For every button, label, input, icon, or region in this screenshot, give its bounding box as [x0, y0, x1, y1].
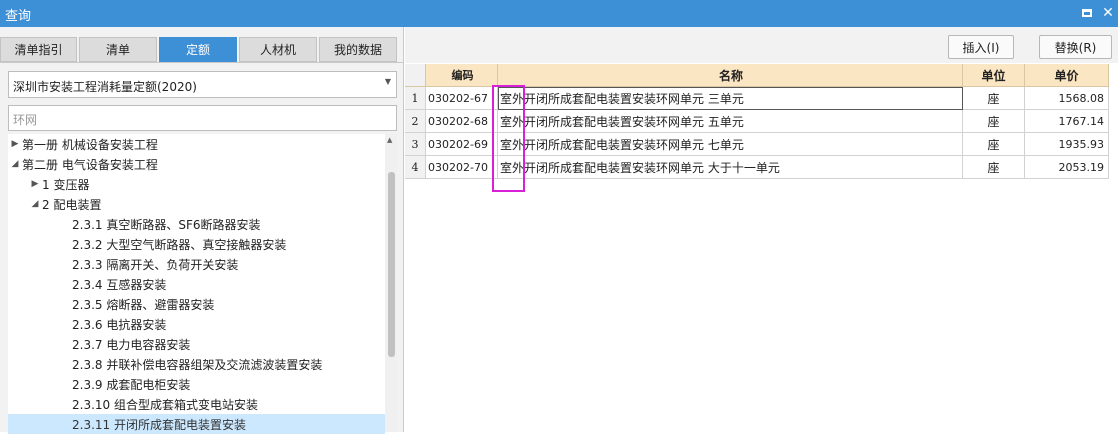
tree-node-label: 2.3.8 并联补偿电容器组架及交流滤波装置安装 [72, 357, 323, 372]
code-cell[interactable]: 030202-68 [426, 110, 498, 133]
tree-node[interactable]: 2.3.8 并联补偿电容器组架及交流滤波装置安装 [8, 354, 385, 374]
name-cell[interactable]: 室外开闭所成套配电装置安装环网单元 七单元 [498, 133, 963, 156]
table-row[interactable]: 3 030202-69 室外开闭所成套配电装置安装环网单元 七单元 座 1935… [405, 133, 1109, 156]
row-number: 4 [405, 156, 426, 179]
tree-node[interactable]: 2.3.3 隔离开关、负荷开关安装 [8, 254, 385, 274]
unit-cell[interactable]: 座 [963, 133, 1025, 156]
insert-button[interactable]: 插入(I) [948, 35, 1014, 59]
chevron-down-icon[interactable]: ▼ [385, 77, 391, 86]
price-cell[interactable]: 1767.14 [1025, 110, 1109, 133]
tree-node[interactable]: 2.3.9 成套配电柜安装 [8, 374, 385, 394]
chapter-tree: ▶ 第一册 机械设备安装工程 ◢ 第二册 电气设备安装工程 ▶ 1 变压器 ◢ 2 配电… [8, 134, 385, 434]
table-header: 编码 名称 单位 单价 [405, 64, 1109, 87]
column-header[interactable]: 单价 [1025, 64, 1109, 87]
collapse-icon[interactable]: ◢ [8, 159, 22, 169]
table-row[interactable]: 2 030202-68 室外开闭所成套配电装置安装环网单元 五单元 座 1767… [405, 110, 1109, 133]
tree-node[interactable]: 2.3.7 电力电容器安装 [8, 334, 385, 354]
maximize-icon[interactable] [1078, 4, 1096, 22]
tab-divider [0, 62, 404, 63]
row-number: 2 [405, 110, 426, 133]
tree-node[interactable]: ▶ 1 变压器 [8, 174, 385, 194]
code-cell[interactable]: 030202-67 [426, 87, 498, 110]
code-cell[interactable]: 030202-69 [426, 133, 498, 156]
price-cell[interactable]: 2053.19 [1025, 156, 1109, 179]
scroll-up-icon[interactable]: ▲ [387, 136, 392, 144]
tree-node[interactable]: ▶ 第一册 机械设备安装工程 [8, 134, 385, 154]
tree-node[interactable]: ◢ 第二册 电气设备安装工程 [8, 154, 385, 174]
tree-node-label: 2.3.1 真空断路器、SF6断路器安装 [72, 217, 261, 232]
tree-node-label: 2.3.5 熔断器、避雷器安装 [72, 297, 215, 312]
table-row[interactable]: 4 030202-70 室外开闭所成套配电装置安装环网单元 大于十一单元 座 2… [405, 156, 1109, 179]
column-header[interactable]: 编码 [426, 64, 498, 87]
close-icon[interactable]: ✕ [1099, 4, 1117, 22]
tree-node[interactable]: 2.3.6 电抗器安装 [8, 314, 385, 334]
price-cell[interactable]: 1935.93 [1025, 133, 1109, 156]
tree-node[interactable]: 2.3.10 组合型成套箱式变电站安装 [8, 394, 385, 414]
tree-node[interactable]: ◢ 2 配电装置 [8, 194, 385, 214]
unit-cell[interactable]: 座 [963, 156, 1025, 179]
name-cell[interactable]: 室外开闭所成套配电装置安装环网单元 大于十一单元 [498, 156, 963, 179]
tree-node-label: 2.3.11 开闭所成套配电装置安装 [72, 417, 246, 432]
tree-node-label: 2.3.9 成套配电柜安装 [72, 377, 191, 392]
tab-bill-guide[interactable]: 清单指引 [0, 37, 77, 62]
window-titlebar: 查询 ✕ [0, 0, 1118, 27]
left-panel: 清单指引 清单 定额 人材机 我的数据 深圳市安装工程消耗量定额(2020) ▼… [0, 27, 404, 434]
row-number: 1 [405, 87, 426, 110]
tree-node-label: 2.3.7 电力电容器安装 [72, 337, 191, 352]
right-panel: 插入(I) 替换(R) 编码 名称 单位 单价 1 030202-67 室外开闭… [405, 27, 1118, 432]
scrollbar-thumb[interactable] [388, 172, 395, 357]
column-header[interactable]: 名称 [498, 64, 963, 87]
tab-labor-material-machine[interactable]: 人材机 [239, 37, 317, 62]
tab-bill[interactable]: 清单 [79, 37, 157, 62]
column-header [405, 64, 426, 87]
column-header[interactable]: 单位 [963, 64, 1025, 87]
tree-node-label: 2.3.2 大型空气断路器、真空接触器安装 [72, 237, 287, 252]
tree-node-label: 第二册 电气设备安装工程 [22, 157, 158, 172]
quota-library-select[interactable]: 深圳市安装工程消耗量定额(2020) ▼ [8, 71, 397, 98]
row-number: 3 [405, 133, 426, 156]
replace-button[interactable]: 替换(R) [1039, 35, 1112, 59]
expand-icon[interactable]: ▶ [8, 139, 22, 149]
tree-node-label: 第一册 机械设备安装工程 [22, 137, 158, 152]
tree-scrollbar[interactable]: ▲ [385, 134, 397, 432]
tab-bar: 清单指引 清单 定额 人材机 我的数据 [0, 37, 404, 63]
unit-cell[interactable]: 座 [963, 110, 1025, 133]
tree-node-label: 1 变压器 [42, 177, 90, 192]
tree-node-label: 2.3.4 互感器安装 [72, 277, 167, 292]
search-input[interactable]: 环网 [8, 105, 397, 131]
action-bar: 插入(I) 替换(R) [405, 27, 1118, 63]
tab-my-data[interactable]: 我的数据 [319, 37, 397, 62]
expand-icon[interactable]: ▶ [28, 179, 42, 189]
tree-node[interactable]: 2.3.5 熔断器、避雷器安装 [8, 294, 385, 314]
tree-node-label: 2.3.6 电抗器安装 [72, 317, 167, 332]
tab-quota[interactable]: 定额 [159, 37, 237, 62]
table-row[interactable]: 1 030202-67 室外开闭所成套配电装置安装环网单元 三单元 座 1568… [405, 87, 1109, 110]
unit-cell[interactable]: 座 [963, 87, 1025, 110]
price-cell[interactable]: 1568.08 [1025, 87, 1109, 110]
tree-node-label: 2.3.3 隔离开关、负荷开关安装 [72, 257, 239, 272]
tree-node[interactable]: 2.3.2 大型空气断路器、真空接触器安装 [8, 234, 385, 254]
tree-node-selected[interactable]: 2.3.11 开闭所成套配电装置安装 [8, 414, 385, 434]
tree-node[interactable]: 2.3.4 互感器安装 [8, 274, 385, 294]
window-title: 查询 [5, 9, 32, 24]
tree-node-label: 2 配电装置 [42, 197, 102, 212]
tree-node-label: 2.3.10 组合型成套箱式变电站安装 [72, 397, 258, 412]
collapse-icon[interactable]: ◢ [28, 199, 42, 209]
tree-node[interactable]: 2.3.1 真空断路器、SF6断路器安装 [8, 214, 385, 234]
name-cell[interactable]: 室外开闭所成套配电装置安装环网单元 三单元 [498, 87, 963, 110]
name-cell[interactable]: 室外开闭所成套配电装置安装环网单元 五单元 [498, 110, 963, 133]
code-cell[interactable]: 030202-70 [426, 156, 498, 179]
quota-library-value: 深圳市安装工程消耗量定额(2020) [13, 80, 197, 94]
